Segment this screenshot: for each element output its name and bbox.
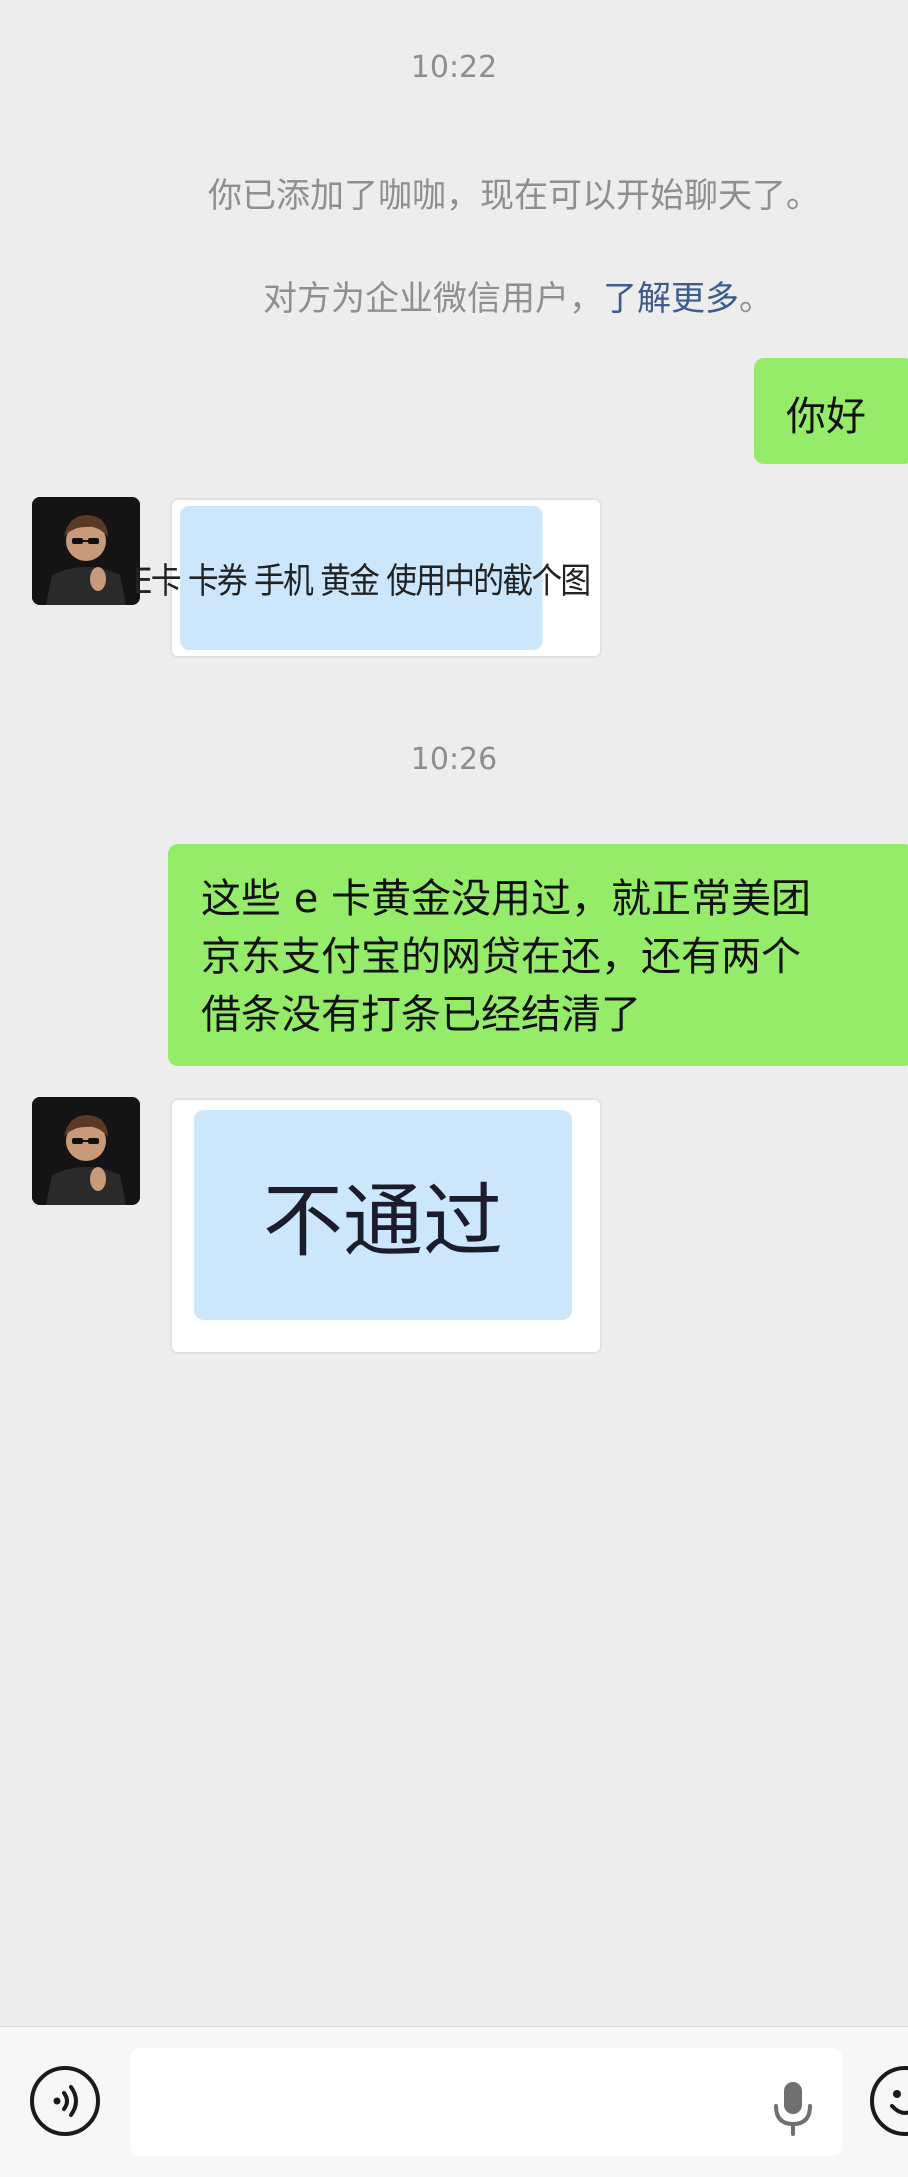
voice-toggle-button[interactable] [30,2066,100,2136]
microphone-icon [774,2082,812,2136]
system-message-enterprise: 对方为企业微信用户，了解更多。 [263,271,773,320]
learn-more-link[interactable]: 了解更多 [603,279,739,319]
microphone-button[interactable] [768,2078,818,2138]
outgoing-message-bubble[interactable]: 这些 e 卡黄金没用过，就正常美团 京东支付宝的网贷在还，还有两个 借条没有打条… [168,844,908,1066]
message-text-line: 京东支付宝的网贷在还，还有两个 [201,934,801,980]
voice-toggle-icon [53,2085,78,2117]
emoji-button[interactable] [870,2066,908,2136]
system-message-suffix: 。 [739,279,773,319]
message-text-line: 借条没有打条已经结清了 [201,992,641,1038]
contact-avatar[interactable] [32,497,140,605]
incoming-sticker-message[interactable]: 不通过 [170,1098,602,1354]
sticker-text: 不通过 [263,1175,503,1268]
sticker-text-card: E卡 卡券 手机 黄金 使用中的截个图 [133,506,591,650]
message-text: 你好 [786,394,866,440]
outgoing-message-bubble[interactable]: 你好 [754,358,908,464]
message-text-line: 这些 e 卡黄金没用过，就正常美团 [201,876,812,922]
avatar-image-icon [32,1097,140,1205]
system-message-text: 对方为企业微信用户， [263,279,603,319]
emoji-icon [890,2090,908,2115]
contact-avatar[interactable] [32,1097,140,1205]
avatar-image-icon [32,497,140,605]
sticker-text-card: 不通过 [194,1110,572,1320]
timestamp: 10:26 [410,742,498,777]
incoming-sticker-message[interactable]: E卡 卡券 手机 黄金 使用中的截个图 [133,498,602,658]
timestamp: 10:22 [410,50,498,85]
system-message-added: 你已添加了咖咖，现在可以开始聊天了。 [208,176,820,216]
sticker-text: E卡 卡券 手机 黄金 使用中的截个图 [133,561,591,602]
message-input[interactable] [130,2048,842,2156]
